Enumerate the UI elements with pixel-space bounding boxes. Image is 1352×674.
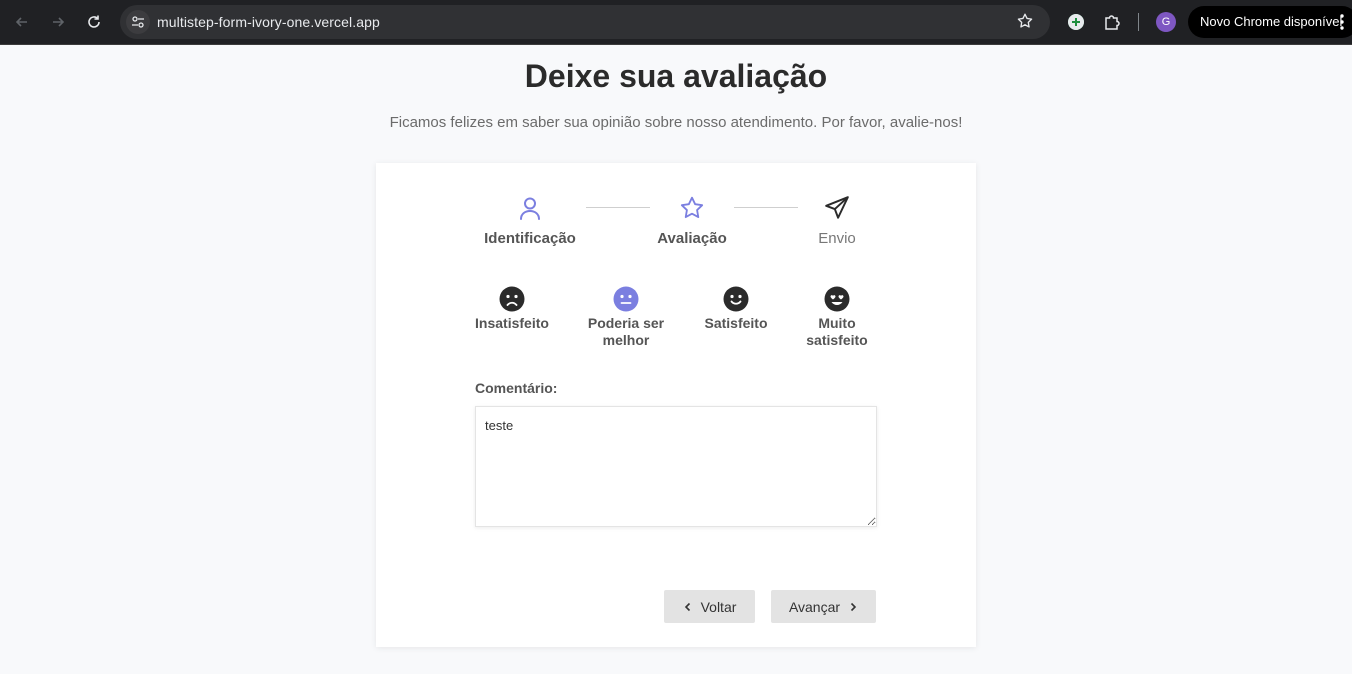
comment-textarea[interactable] [475, 406, 877, 527]
rating-option-satisfeito[interactable]: Satisfeito [686, 286, 786, 332]
step-label: Identificação [484, 230, 576, 247]
next-button-label: Avançar [788, 598, 841, 615]
arrow-left-icon [15, 17, 27, 27]
arrow-right-icon [53, 17, 65, 27]
chevron-right-icon [850, 602, 857, 611]
step-label: Avaliação [657, 230, 727, 247]
rating-option-insatisfeito[interactable]: Insatisfeito [462, 286, 562, 332]
bookmark-star-button[interactable] [1016, 12, 1036, 32]
tune-icon [132, 16, 144, 28]
star-icon [680, 196, 704, 219]
step-label: Envio [818, 230, 856, 247]
page-subtitle: Ficamos felizes em saber sua opinião sob… [389, 114, 963, 131]
form-card: Identificação Avaliação Envio Insatisfei… [376, 163, 976, 647]
browser-menu-button[interactable] [1340, 13, 1344, 31]
rating-label: Satisfeito [704, 315, 768, 331]
browser-toolbar: multistep-form-ivory-one.vercel.app G No… [0, 0, 1352, 45]
address-bar[interactable]: multistep-form-ivory-one.vercel.app [120, 5, 1050, 39]
profile-avatar[interactable]: G [1156, 12, 1176, 32]
extensions-button[interactable] [1101, 11, 1123, 33]
back-button[interactable]: Voltar [664, 590, 755, 623]
back-button-label: Voltar [700, 598, 737, 615]
heart-eyes-icon [824, 286, 850, 312]
kebab-menu-icon [1340, 14, 1344, 30]
back-nav-button[interactable] [10, 10, 34, 34]
new-tab-plus-button[interactable] [1065, 11, 1087, 33]
chrome-update-button[interactable]: Novo Chrome disponível [1188, 6, 1352, 38]
user-icon [520, 197, 540, 220]
plus-circle-icon [1068, 14, 1084, 30]
update-label: Novo Chrome disponível [1200, 14, 1343, 29]
reload-button[interactable] [82, 10, 106, 34]
comment-label: Comentário: [475, 380, 558, 396]
step-avaliacao: Avaliação [632, 195, 752, 247]
rating-label: Poderia ser melhor [587, 315, 665, 348]
toolbar-divider [1138, 13, 1139, 31]
forward-nav-button[interactable] [46, 10, 70, 34]
send-icon [825, 196, 849, 219]
frown-icon [499, 286, 525, 312]
step-envio: Envio [777, 195, 897, 247]
step-identificacao: Identificação [470, 195, 590, 247]
neutral-face-icon [613, 286, 639, 312]
rating-label: Muito satisfeito [806, 315, 868, 348]
url-text: multistep-form-ivory-one.vercel.app [157, 14, 380, 30]
reload-icon [88, 15, 100, 28]
smile-icon [723, 286, 749, 312]
star-outline-icon [1017, 13, 1033, 28]
rating-label: Insatisfeito [475, 315, 549, 331]
rating-option-poderia-ser-melhor[interactable]: Poderia ser melhor [576, 286, 676, 349]
next-button[interactable]: Avançar [771, 590, 876, 623]
chevron-left-icon [684, 602, 690, 611]
rating-option-muito-satisfeito[interactable]: Muito satisfeito [787, 286, 887, 349]
puzzle-icon [1105, 15, 1120, 30]
site-settings-button[interactable] [126, 10, 150, 34]
page-title: Deixe sua avaliação [524, 58, 828, 94]
